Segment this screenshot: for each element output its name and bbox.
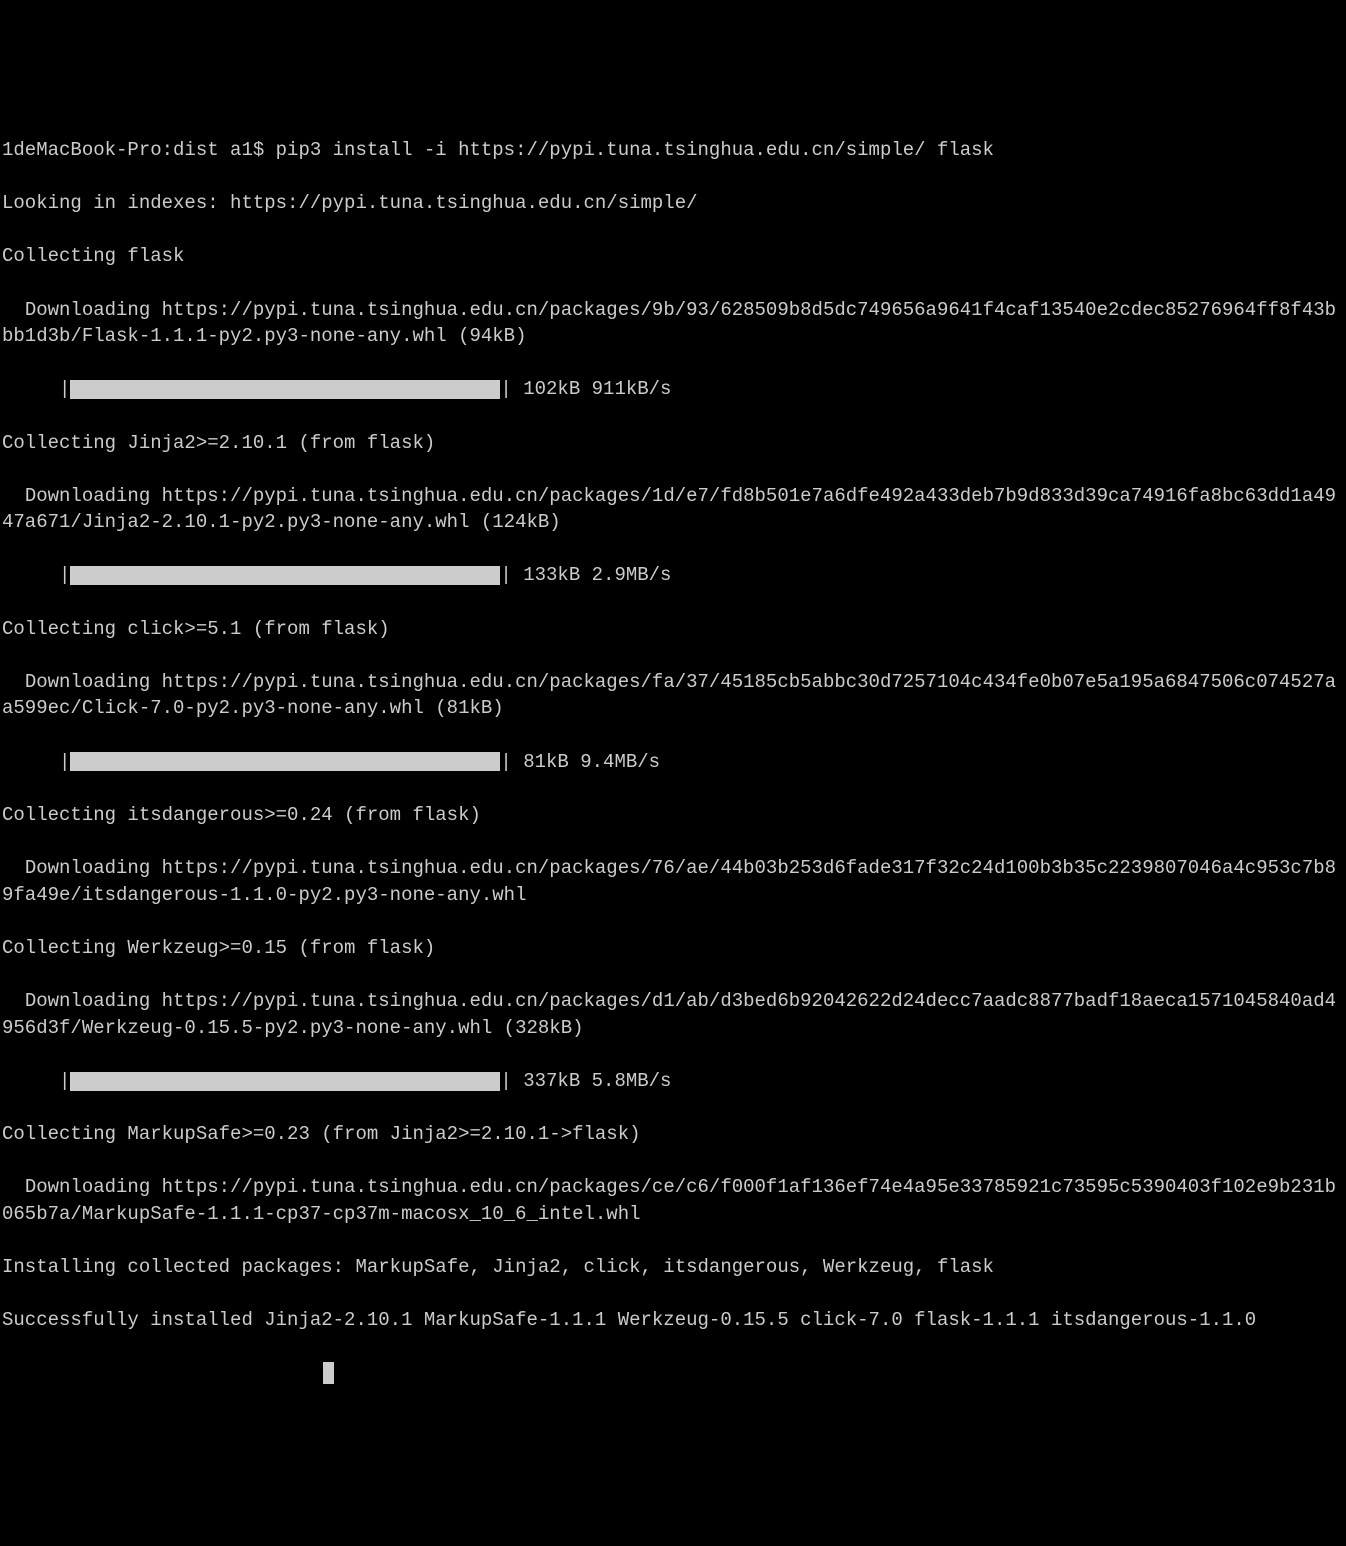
download-jinja2-line: Downloading https://pypi.tuna.tsinghua.e… <box>2 483 1344 536</box>
collecting-itsdangerous-line: Collecting itsdangerous>=0.24 (from flas… <box>2 802 1344 829</box>
progress-flask: | | 102kB 911kB/s <box>2 376 1344 403</box>
progress-bar-fill <box>70 752 500 771</box>
terminal-cursor <box>323 1362 334 1384</box>
installing-line: Installing collected packages: MarkupSaf… <box>2 1254 1344 1281</box>
progress-click: | | 81kB 9.4MB/s <box>2 749 1344 776</box>
collecting-click-line: Collecting click>=5.1 (from flask) <box>2 616 1344 643</box>
progress-bar-fill <box>70 566 500 585</box>
progress-stats: | 337kB 5.8MB/s <box>500 1068 682 1095</box>
download-markupsafe-line: Downloading https://pypi.tuna.tsinghua.e… <box>2 1174 1344 1227</box>
progress-indent: | <box>2 562 70 589</box>
progress-werkzeug: | | 337kB 5.8MB/s <box>2 1068 1344 1095</box>
collecting-jinja2-line: Collecting Jinja2>=2.10.1 (from flask) <box>2 430 1344 457</box>
progress-stats: | 133kB 2.9MB/s <box>500 562 682 589</box>
progress-indent: | <box>2 749 70 776</box>
success-line: Successfully installed Jinja2-2.10.1 Mar… <box>2 1307 1344 1334</box>
prompt-line: 1deMacBook-Pro:dist a1$ pip3 install -i … <box>2 137 1344 164</box>
progress-stats: | 102kB 911kB/s <box>500 376 682 403</box>
looking-indexes-line: Looking in indexes: https://pypi.tuna.ts… <box>2 190 1344 217</box>
cursor-line <box>2 1360 1344 1387</box>
collecting-flask-line: Collecting flask <box>2 243 1344 270</box>
collecting-markupsafe-line: Collecting MarkupSafe>=0.23 (from Jinja2… <box>2 1121 1344 1148</box>
download-flask-line: Downloading https://pypi.tuna.tsinghua.e… <box>2 297 1344 350</box>
progress-bar-fill <box>70 380 500 399</box>
progress-stats: | 81kB 9.4MB/s <box>500 749 671 776</box>
download-click-line: Downloading https://pypi.tuna.tsinghua.e… <box>2 669 1344 722</box>
progress-jinja2: | | 133kB 2.9MB/s <box>2 562 1344 589</box>
progress-indent: | <box>2 1068 70 1095</box>
terminal-output[interactable]: 1deMacBook-Pro:dist a1$ pip3 install -i … <box>2 110 1344 1413</box>
progress-bar-fill <box>70 1072 500 1091</box>
progress-indent: | <box>2 376 70 403</box>
collecting-werkzeug-line: Collecting Werkzeug>=0.15 (from flask) <box>2 935 1344 962</box>
download-itsdangerous-line: Downloading https://pypi.tuna.tsinghua.e… <box>2 855 1344 908</box>
download-werkzeug-line: Downloading https://pypi.tuna.tsinghua.e… <box>2 988 1344 1041</box>
